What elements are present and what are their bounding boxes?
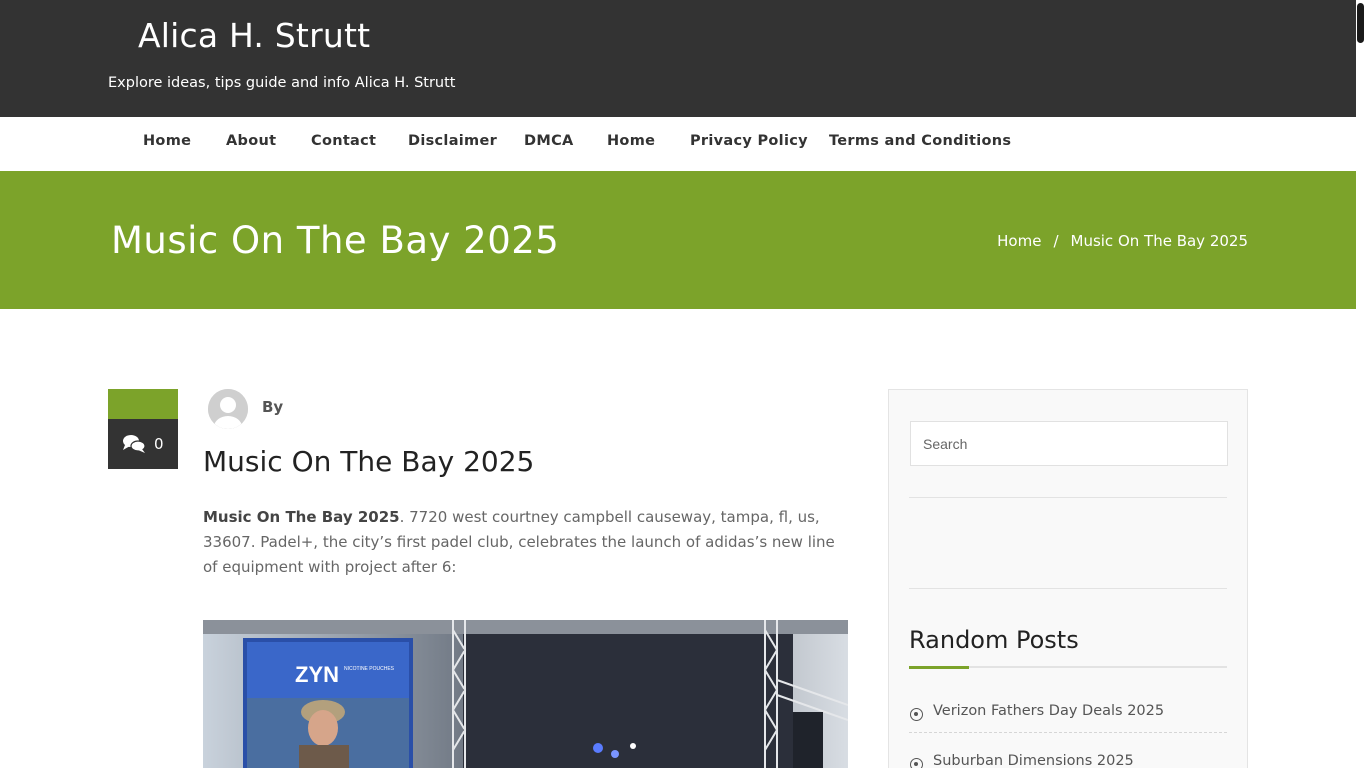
scrollbar-thumb[interactable] (1357, 3, 1364, 43)
random-post-item[interactable]: Verizon Fathers Day Deals 2025 (909, 701, 1227, 733)
nav-item-about[interactable]: About (226, 133, 276, 149)
nav-item-privacy-policy[interactable]: Privacy Policy (690, 133, 808, 149)
comment-count-box[interactable]: 0 (108, 419, 178, 469)
image-banner-subtext: NICOTINE POUCHES (344, 666, 395, 672)
author-avatar[interactable] (208, 389, 248, 429)
breadcrumb-current: Music On The Bay 2025 (1070, 232, 1249, 250)
comment-count: 0 (154, 435, 164, 453)
item-divider (909, 732, 1227, 733)
random-post-item[interactable]: Suburban Dimensions 2025 (909, 751, 1227, 768)
page-title: Music On The Bay 2025 (111, 219, 560, 262)
random-posts-heading: Random Posts (909, 626, 1079, 654)
image-banner-text: ZYN (295, 662, 339, 687)
nav-item-terms[interactable]: Terms and Conditions (829, 133, 1011, 149)
post-date-box (108, 389, 178, 419)
breadcrumb-separator: / (1053, 232, 1059, 250)
site-title[interactable]: Alica H. Strutt (138, 16, 370, 55)
radio-bullet-icon (910, 708, 923, 721)
nav-item-contact[interactable]: Contact (311, 133, 376, 149)
sidebar-divider (909, 588, 1227, 589)
breadcrumb-home-link[interactable]: Home (997, 232, 1041, 250)
random-post-link[interactable]: Verizon Fathers Day Deals 2025 (933, 703, 1164, 719)
post-title: Music On The Bay 2025 (203, 445, 535, 478)
comments-icon (122, 433, 146, 455)
site-header: Alica H. Strutt Explore ideas, tips guid… (0, 0, 1356, 117)
scrollbar-track[interactable] (1356, 0, 1366, 768)
nav-item-disclaimer[interactable]: Disclaimer (408, 133, 497, 149)
search-input[interactable] (910, 421, 1228, 466)
sidebar-divider (909, 497, 1227, 498)
site-description: Explore ideas, tips guide and info Alica… (108, 75, 456, 91)
nav-item-home[interactable]: Home (143, 133, 191, 149)
heading-underline-accent (909, 666, 969, 669)
random-post-link[interactable]: Suburban Dimensions 2025 (933, 753, 1134, 768)
post-intro: Music On The Bay 2025. 7720 west courtne… (203, 505, 848, 580)
nav-item-dmca[interactable]: DMCA (524, 133, 574, 149)
breadcrumb: Home / Music On The Bay 2025 (997, 232, 1248, 250)
post-featured-image[interactable]: ZYN NICOTINE POUCHES (203, 620, 848, 768)
post-intro-bold: Music On The Bay 2025 (203, 508, 400, 526)
main-navigation: Home About Contact Disclaimer DMCA Home … (0, 117, 1356, 171)
author-by-label: By (262, 398, 284, 416)
radio-bullet-icon (910, 758, 923, 768)
page-banner: Music On The Bay 2025 Home / Music On The … (0, 171, 1356, 309)
nav-item-home-2[interactable]: Home (607, 133, 655, 149)
